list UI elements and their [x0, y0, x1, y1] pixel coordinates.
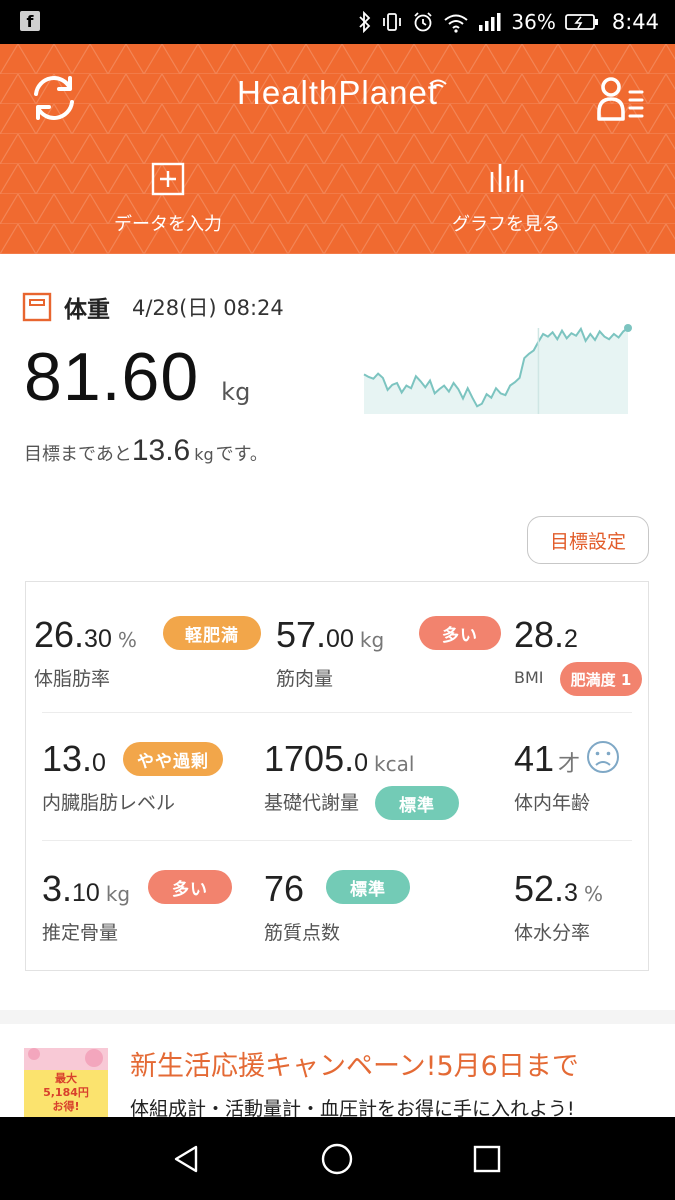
goal-remaining: 目標まであと 13.6 kg です。: [24, 434, 268, 468]
goal-prefix: 目標まであと: [24, 444, 132, 465]
muscle-score-badge: 標準: [326, 870, 410, 904]
body-fat-badge: 軽肥満: [163, 616, 261, 650]
scale-icon: [22, 292, 52, 322]
body-age-int: 41: [514, 738, 555, 779]
status-bar: f 36% 8:44: [0, 0, 675, 44]
goal-unit: kg: [194, 445, 214, 464]
bmr-badge: 標準: [375, 786, 459, 820]
user-list-icon: [597, 77, 644, 121]
bmi-int: 28.: [514, 614, 565, 655]
sparkline-area: [364, 328, 628, 414]
battery-percent: 36%: [511, 10, 556, 34]
back-button[interactable]: [166, 1139, 206, 1179]
app-header: HealthPlanet データを入力 グラフを見る: [0, 44, 675, 254]
visceral-fat-int: 13.: [42, 738, 93, 779]
recent-apps-icon: [473, 1145, 501, 1173]
muscle-badge: 多い: [419, 616, 501, 650]
bone-mass-unit: kg: [105, 882, 131, 906]
body-water-dec: 3: [564, 879, 578, 907]
bone-mass-int: 3.: [42, 868, 73, 909]
muscle-label: 筋肉量: [276, 668, 334, 690]
visceral-fat-dec: 0: [92, 749, 106, 777]
view-graph-button[interactable]: グラフを見る: [406, 162, 606, 236]
goal-value: 13.6: [131, 434, 191, 467]
metric-bone-mass[interactable]: 3. 10 kg 推定骨量: [42, 868, 130, 945]
bone-mass-label: 推定骨量: [42, 922, 119, 944]
home-button[interactable]: [317, 1139, 357, 1179]
visceral-fat-label: 内臓脂肪レベル: [42, 792, 176, 814]
muscle-int: 57.: [276, 614, 327, 655]
body-composition-card: 26. 30% 体脂肪率 軽肥満 57. 00 kg 筋肉量 多い 28. 2 BMI …: [25, 581, 649, 971]
weight-title: 体重: [64, 297, 110, 323]
row-divider: [42, 712, 632, 713]
home-icon: [321, 1143, 353, 1175]
body-age-label: 体内年齢: [514, 792, 591, 814]
campaign-banner[interactable]: 最大 5,184円 お得! 新生活応援キャンペーン!5月6日まで 体組成計・活動…: [0, 1024, 675, 1128]
battery-icon: [564, 12, 599, 32]
campaign-image-text: 5,184円: [43, 1086, 89, 1099]
back-icon: [174, 1145, 198, 1173]
sparkline-latest-point: [624, 324, 632, 332]
metric-muscle[interactable]: 57. 00 kg 筋肉量: [276, 614, 384, 691]
weight-date: 4/28(日) 08:24: [132, 296, 284, 320]
view-graph-label: グラフを見る: [452, 214, 560, 235]
body-fat-unit: %: [117, 628, 137, 652]
user-menu-button[interactable]: [592, 70, 650, 128]
campaign-image: 最大 5,184円 お得!: [24, 1048, 108, 1128]
bmr-dec: 0: [354, 749, 368, 777]
alarm-icon: [412, 11, 434, 33]
enter-data-button[interactable]: データを入力: [68, 162, 268, 236]
sad-face-icon: [587, 741, 619, 773]
bar-graph-icon: [490, 164, 524, 192]
app-screen: f 36% 8:44 HealthPlanet データを入力 グラフを見る 体重…: [0, 0, 675, 1200]
goal-setting-button[interactable]: 目標設定: [527, 516, 649, 564]
clock: 8:44: [611, 10, 659, 34]
section-separator: [0, 1010, 675, 1024]
muscle-unit: kg: [359, 628, 385, 652]
weight-value-row: 81.60 kg: [24, 338, 250, 416]
goal-suffix: です。: [215, 444, 268, 465]
body-water-unit: %: [583, 882, 603, 906]
recent-apps-button[interactable]: [467, 1139, 507, 1179]
campaign-image-text: 最大: [55, 1072, 77, 1085]
weight-unit: kg: [221, 378, 251, 406]
weight-sparkline[interactable]: [362, 322, 634, 420]
body-fat-label: 体脂肪率: [34, 668, 111, 690]
signal-icon: [478, 11, 502, 33]
weight-value: 81.60: [24, 339, 200, 415]
bmi-dec: 2: [564, 625, 578, 653]
weight-header: 体重 4/28(日) 08:24: [22, 290, 284, 324]
body-age-unit: 才: [558, 752, 581, 777]
body-water-int: 52.: [514, 868, 565, 909]
facebook-notification-icon: f: [20, 11, 40, 31]
vibrate-icon: [381, 11, 403, 33]
logo-signal-icon: [429, 79, 447, 88]
wifi-icon: [443, 11, 469, 33]
campaign-image-text: お得!: [52, 1100, 80, 1113]
metric-body-fat[interactable]: 26. 30% 体脂肪率: [34, 614, 137, 691]
body-fat-dec: 30: [84, 625, 112, 653]
bmr-unit: kcal: [374, 752, 415, 776]
system-nav-bar: [0, 1117, 675, 1200]
muscle-score-int: 76: [264, 868, 305, 909]
bmi-badge: 肥満度 1: [560, 662, 642, 696]
enter-data-label: データを入力: [114, 214, 222, 235]
bone-mass-badge: 多い: [148, 870, 232, 904]
body-fat-int: 26.: [34, 614, 85, 655]
muscle-score-label: 筋質点数: [264, 922, 341, 944]
visceral-fat-badge: やや過剰: [123, 742, 223, 776]
bone-mass-dec: 10: [72, 879, 100, 907]
row-divider: [42, 840, 632, 841]
app-logo: HealthPlanet: [237, 74, 438, 111]
metric-body-water[interactable]: 52. 3% 体水分率: [514, 868, 603, 945]
body-water-label: 体水分率: [514, 922, 591, 944]
muscle-dec: 00: [326, 625, 354, 653]
bmr-int: 1705.: [264, 738, 355, 779]
bluetooth-icon: [358, 11, 372, 33]
plus-square-icon: [151, 162, 185, 196]
metric-body-age[interactable]: 41 才 体内年齢: [514, 738, 590, 815]
campaign-title: 新生活応援キャンペーン!5月6日まで: [130, 1051, 579, 1082]
